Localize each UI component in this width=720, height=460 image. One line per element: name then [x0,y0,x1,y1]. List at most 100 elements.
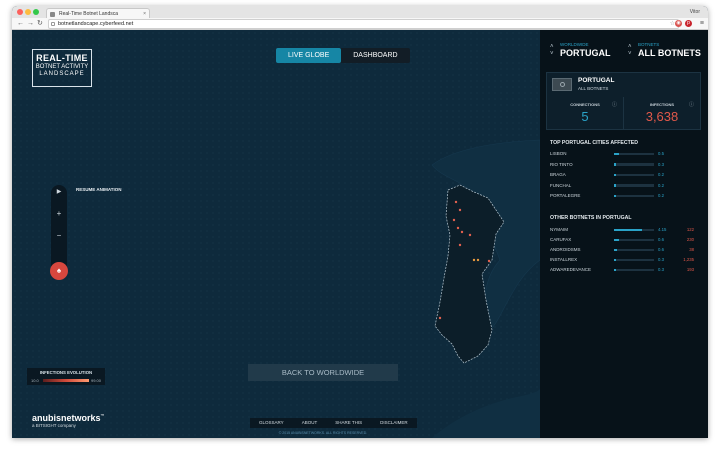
chevron-updown-icon: ˄ ˅ [550,44,554,57]
list-row[interactable]: ADWAREDEVANCE 0.3 193 [550,266,700,275]
botnets-title: OTHER BOTNETS IN PORTUGAL [550,215,632,221]
row-bar [614,258,654,261]
minimize-window-icon[interactable] [25,9,31,15]
infection-marker [468,233,472,237]
legend-title: INFECTIONS EVOLUTION [39,370,93,375]
row-bar-fill [614,268,616,271]
row-count: 193 [686,267,694,272]
row-percent: 0.3 [658,267,664,272]
tab-close-icon[interactable]: × [143,9,146,18]
row-percent: 0.3 [658,257,664,262]
row-label: BRAGA [550,172,566,177]
row-bar-fill [614,173,616,176]
row-bar [614,194,654,197]
infection-marker [460,230,464,234]
maximize-window-icon[interactable] [33,9,39,15]
brand-subtitle: a BITSIGHT company [32,423,76,428]
brand-logo[interactable]: anubisnetworks™ a BITSIGHT company [32,411,105,429]
browser-menu-icon[interactable]: ≡ [700,18,704,29]
list-row[interactable]: ANDROIDSMS 0.6 38 [550,246,700,255]
row-bar-fill [614,152,619,155]
row-percent: 0.3 [658,161,664,167]
row-count: 230 [686,237,694,242]
row-bar [614,152,654,155]
zoom-out-icon[interactable]: − [51,231,67,240]
view-toggle: LIVE GLOBE DASHBOARD [276,48,410,63]
infections-stat: INFECTIONS ⓘ 3,638 [624,97,700,130]
footer-link-share[interactable]: SHARE THIS [326,418,371,428]
site-logo[interactable]: REAL-TIME BOTNET ACTIVITY LANDSCAPE [32,49,92,87]
region-value: PORTUGAL [560,48,611,58]
infection-marker [438,316,442,320]
tab-strip: Real-Time Botnet Landsca × Vitor [12,6,708,18]
back-arrow-icon[interactable]: ← [17,18,24,29]
infection-marker [452,218,456,222]
resume-animation-label[interactable]: RESUME ANIMATION [76,187,122,192]
legend-min: 10.0 [31,378,39,383]
list-row[interactable]: BRAGA 0.2 [550,171,700,180]
browser-window: Real-Time Botnet Landsca × Vitor ← → ↻ b… [12,6,708,438]
row-percent: 0.5 [658,151,664,156]
infection-marker [487,259,491,263]
info-icon[interactable]: ⓘ [689,101,694,108]
row-bar [614,228,654,231]
reload-icon[interactable]: ↻ [37,18,43,29]
profile-user[interactable]: Vitor [690,6,700,18]
infection-marker [472,258,476,262]
row-bar-fill [614,163,617,166]
row-bar [614,268,654,271]
list-row[interactable]: LISBON 0.5 [550,150,700,159]
row-percent: 0.6 [658,247,664,252]
sidebar: ˄ ˅ WORLDWIDE PORTUGAL ˄ ˅ BOTNETS ALL BOT… [540,30,708,438]
row-percent: 0.2 [658,172,664,177]
tab-dashboard[interactable]: DASHBOARD [341,48,409,63]
forward-arrow-icon[interactable]: → [27,18,34,29]
list-row[interactable]: INSTALLREX 0.3 1,235 [550,256,700,265]
tab-live-globe[interactable]: LIVE GLOBE [276,48,342,63]
row-count: 38 [689,247,694,252]
infection-marker [456,226,460,230]
extension-pinterest-icon[interactable]: p [685,20,692,27]
list-row[interactable]: RIO TINTO 0.3 [550,161,700,170]
infection-marker [476,258,480,262]
row-bar [614,184,654,187]
cities-title: TOP PORTUGAL CITIES AFFECTED [550,140,639,146]
info-icon[interactable]: ⓘ [612,101,617,108]
list-row[interactable]: PORTALEGRE 0.2 [550,192,700,201]
row-label: ADWAREDEVANCE [550,267,592,272]
page-info-icon[interactable] [51,22,55,26]
play-icon[interactable]: ▶ [51,188,67,195]
app-canvas: REAL-TIME BOTNET ACTIVITY LANDSCAPE LIVE… [12,30,708,438]
flag-icon [552,78,572,91]
row-bar [614,173,654,176]
close-window-icon[interactable] [17,9,23,15]
row-percent: 0.2 [658,193,664,198]
legend-gradient [43,378,89,382]
list-row[interactable]: FUNCHAL 0.2 [550,182,700,191]
footer-link-glossary[interactable]: GLOSSARY [250,418,293,428]
country-name: PORTUGAL [578,77,615,84]
footer-link-about[interactable]: ABOUT [293,418,327,428]
botnet-value: ALL BOTNETS [638,48,701,58]
footer-link-disclaimer[interactable]: DISCLAIMER [371,418,417,428]
connections-stat: CONNECTIONS ⓘ 5 [547,97,624,130]
extension-adblock-icon[interactable]: ◉ [675,20,682,27]
row-count: 122 [686,227,694,232]
browser-tab[interactable]: Real-Time Botnet Landsca × [46,8,150,18]
botnet-selector[interactable]: ˄ ˅ BOTNETS ALL BOTNETS [628,42,701,59]
list-row[interactable]: NYMAIM 4.15 122 [550,226,700,235]
region-selector[interactable]: ˄ ˅ WORLDWIDE PORTUGAL [550,42,611,59]
address-bar[interactable]: botnetlandscape.cyberfeed.net ☆ [48,19,679,29]
country-subtitle: ALL BOTNETS [578,86,609,91]
home-button[interactable]: ♠ [50,262,68,280]
back-to-worldwide-button[interactable]: BACK TO WORLDWIDE [248,364,398,381]
infection-marker [458,243,462,247]
zoom-in-icon[interactable]: + [51,209,67,218]
row-bar [614,238,654,241]
url-text: botnetlandscape.cyberfeed.net [58,21,134,27]
row-bar-fill [614,228,642,231]
row-bar [614,248,654,251]
brand-name: anubisnetworks [32,413,101,423]
list-row[interactable]: CARUFAX 0.6 230 [550,236,700,245]
infection-marker [454,200,458,204]
